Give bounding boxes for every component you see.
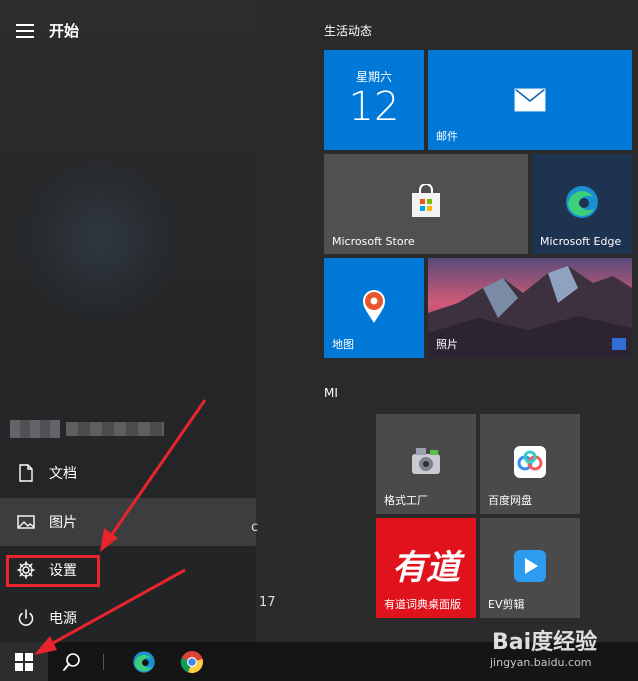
chrome-icon (180, 651, 203, 674)
user-name-blurred (66, 422, 164, 436)
settings-highlight-box (6, 555, 100, 587)
format-factory-icon (412, 448, 440, 474)
baidu-netdisk-icon (514, 446, 546, 478)
edge-icon (566, 186, 598, 218)
youdao-tile[interactable]: 有道 有道词典桌面版 (376, 518, 476, 618)
store-bag-icon (412, 184, 440, 217)
tile-group-label: 生活动态 (324, 24, 373, 38)
edge-icon (133, 651, 155, 673)
sidebar-background-glow (20, 160, 180, 320)
mail-tile[interactable]: 邮件 (428, 50, 632, 150)
maps-tile[interactable]: 地图 (324, 258, 424, 358)
calendar-day-number: 12 (348, 84, 400, 130)
sidebar-item-label: 图片 (49, 515, 77, 531)
picture-icon (17, 515, 35, 529)
background-text-fragment: 17 (259, 595, 276, 610)
sidebar-item-documents[interactable]: 文档 (0, 449, 256, 497)
photos-tile[interactable]: 照片 (428, 258, 632, 358)
tile-label: EV剪辑 (488, 598, 525, 611)
windows-start-icon (15, 653, 33, 671)
tile-label: 格式工厂 (384, 494, 428, 507)
avatar (10, 420, 60, 438)
search-icon (63, 653, 80, 671)
power-icon (18, 609, 34, 626)
map-pin-icon (363, 290, 385, 323)
sidebar-item-power[interactable]: 电源 (0, 594, 256, 642)
ev-editor-tile[interactable]: EV剪辑 (480, 518, 580, 618)
ev-play-icon (514, 550, 546, 582)
tile-label: 有道词典桌面版 (384, 598, 461, 611)
baidu-netdisk-tile[interactable]: 百度网盘 (480, 414, 580, 514)
background-text-fragment: c (251, 520, 259, 535)
edge-tile[interactable]: Microsoft Edge (532, 154, 632, 254)
watermark-main: Bai度经验 (492, 630, 598, 655)
taskbar-divider (102, 642, 106, 681)
start-button[interactable] (0, 642, 48, 681)
taskbar-chrome-button[interactable] (172, 642, 212, 681)
watermark-sub: jingyan.baidu.com (490, 656, 592, 669)
format-factory-tile[interactable]: 格式工厂 (376, 414, 476, 514)
store-tile[interactable]: Microsoft Store (324, 154, 528, 254)
taskbar-search-button[interactable] (52, 642, 92, 681)
youdao-logo: 有道 (392, 548, 460, 588)
sidebar-item-label: 文档 (49, 466, 77, 482)
document-icon (19, 464, 33, 482)
sidebar-item-pictures[interactable]: 图片 (0, 498, 256, 546)
tile-label: Microsoft Edge (540, 235, 622, 248)
start-title: 开始 (49, 22, 80, 40)
calendar-tile[interactable]: 星期六 12 (324, 50, 424, 150)
hamburger-menu-icon[interactable] (16, 24, 34, 38)
tile-label: 照片 (436, 338, 458, 351)
tile-group-label: MI (324, 386, 338, 400)
baidu-jingyan-watermark: Bai度经验 jingyan.baidu.com (474, 620, 634, 670)
tile-label: 地图 (332, 338, 354, 351)
sidebar-item-label: 电源 (49, 611, 77, 627)
user-account[interactable] (10, 418, 170, 440)
photo-landscape (428, 258, 632, 358)
mail-icon (514, 88, 546, 112)
calendar-day-name: 星期六 (355, 70, 392, 84)
tile-label: 百度网盘 (488, 494, 532, 507)
taskbar-edge-button[interactable] (124, 642, 164, 681)
tile-label: 邮件 (436, 130, 458, 143)
tile-label: Microsoft Store (332, 235, 415, 248)
